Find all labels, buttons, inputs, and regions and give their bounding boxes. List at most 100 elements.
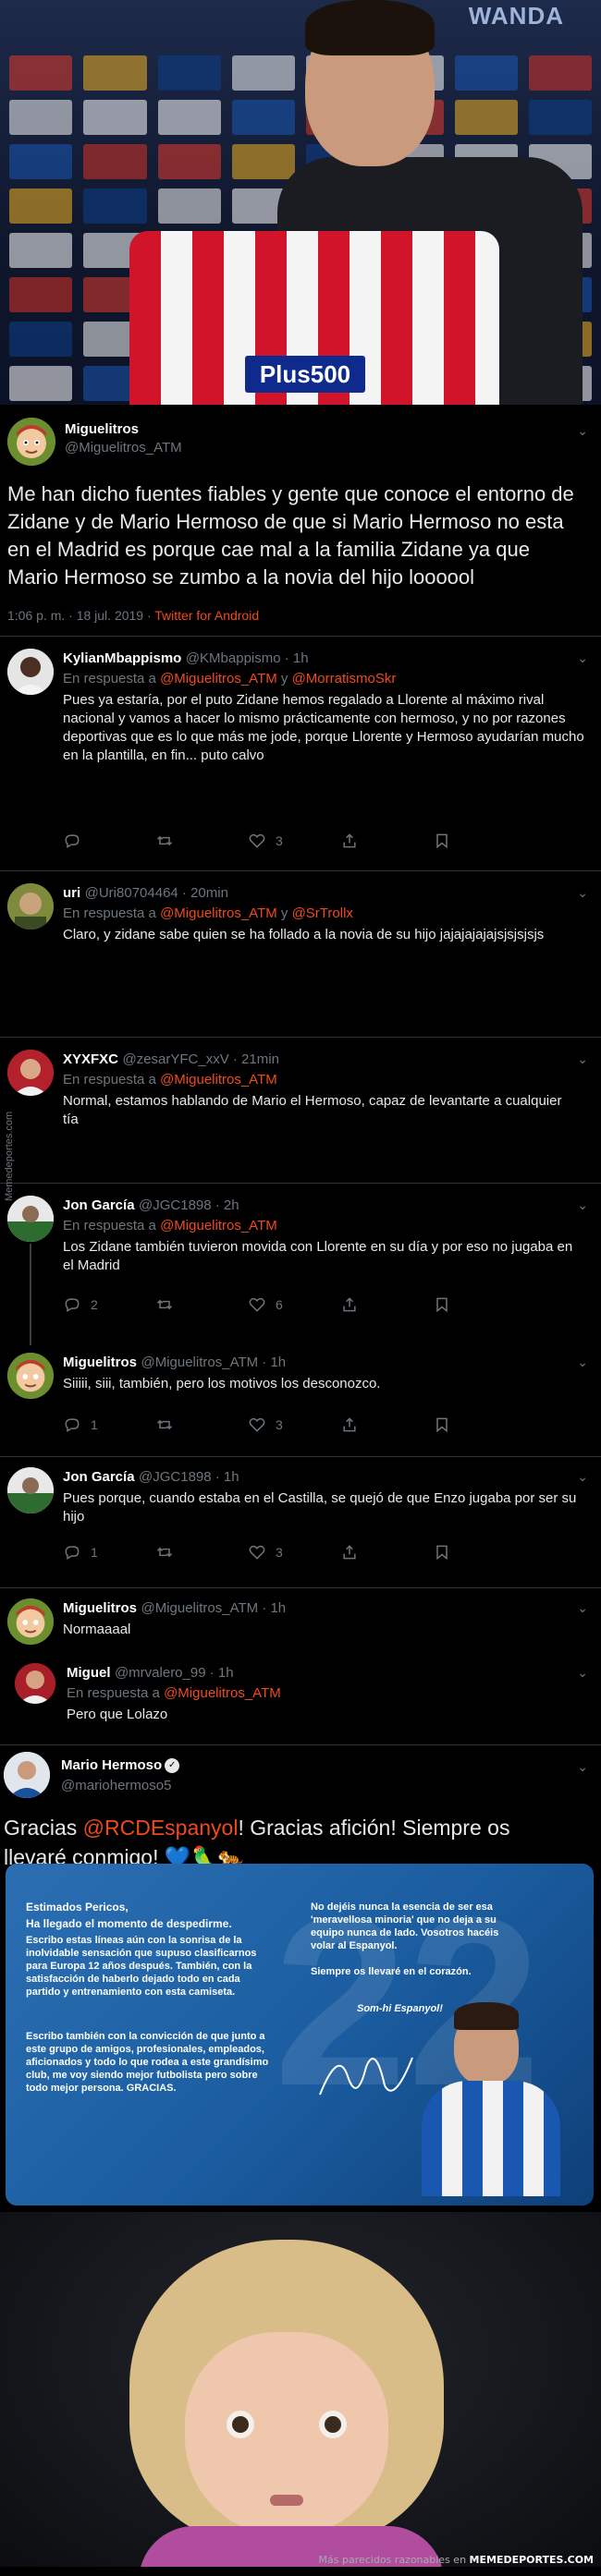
mention-link[interactable]: @Miguelitros_ATM xyxy=(160,905,277,921)
sponsor-tile xyxy=(9,188,73,224)
tweet-header: KylianMbappismo @KMbappismo · 1h xyxy=(63,650,581,667)
avatar[interactable] xyxy=(7,1598,54,1645)
tweet-text: Pues porque, cuando estaba en el Castill… xyxy=(63,1490,577,1525)
main-tweet[interactable]: Miguelitros @Miguelitros_ATM ⌄ Me han di… xyxy=(0,405,601,636)
chevron-down-icon[interactable]: ⌄ xyxy=(577,1469,588,1485)
author-name[interactable]: KylianMbappismo xyxy=(63,650,181,666)
author-handle[interactable]: @mariohermoso5 xyxy=(61,1778,171,1793)
reply-tweet[interactable]: Jon García @JGC1898 · 2h ⌄ En respuesta … xyxy=(0,1186,601,1345)
bookmark-button[interactable] xyxy=(433,832,525,850)
site-footer[interactable]: Más parecidos razonables en MEMEDEPORTES… xyxy=(319,2554,594,2566)
chevron-down-icon[interactable]: ⌄ xyxy=(577,1665,588,1681)
reply-button[interactable]: 1 xyxy=(63,1543,155,1561)
share-icon xyxy=(343,1417,356,1432)
avatar[interactable] xyxy=(7,883,54,930)
like-button[interactable]: 3 xyxy=(248,1543,340,1561)
chevron-down-icon[interactable]: ⌄ xyxy=(577,1051,588,1067)
like-button[interactable]: 3 xyxy=(248,1416,340,1434)
letter-closing: Siempre os llevaré en el corazón. xyxy=(311,1966,472,1977)
avatar[interactable] xyxy=(7,1467,54,1513)
chevron-down-icon[interactable]: ⌄ xyxy=(577,1600,588,1616)
bookmark-button[interactable] xyxy=(433,1416,525,1434)
reply-button[interactable]: 2 xyxy=(63,1295,155,1314)
share-button[interactable] xyxy=(340,1543,433,1561)
author-name[interactable]: Miguelitros xyxy=(63,1600,137,1616)
author-handle[interactable]: @Miguelitros_ATM xyxy=(65,440,182,456)
author-name[interactable]: Jon García xyxy=(63,1469,135,1485)
reply-tweet[interactable]: KylianMbappismo @KMbappismo · 1h ⌄ En re… xyxy=(0,639,601,870)
mention-link[interactable]: @Miguelitros_ATM xyxy=(160,1072,277,1088)
retweet-icon xyxy=(156,1419,173,1430)
author-name[interactable]: XYXFXC xyxy=(63,1051,118,1067)
reply-button[interactable]: 1 xyxy=(63,1416,155,1434)
letter-opening: Ha llegado el momento de despedirme. xyxy=(26,1917,232,1930)
bookmark-button[interactable] xyxy=(433,1295,525,1314)
team-avatar-icon xyxy=(7,1196,54,1242)
chevron-down-icon[interactable]: ⌄ xyxy=(577,1759,588,1775)
author-name[interactable]: Jon García xyxy=(63,1197,135,1213)
author-handle[interactable]: @KMbappismo · 1h xyxy=(186,650,309,666)
author-name[interactable]: uri xyxy=(63,885,80,901)
reply-tweet[interactable]: Miguel @mrvalero_99 · 1h ⌄ En respuesta … xyxy=(0,1658,601,1743)
child-eye-left xyxy=(227,2411,254,2438)
divider xyxy=(0,1183,601,1184)
mention-link[interactable]: @RCDEspanyol xyxy=(83,1816,239,1840)
retweet-button[interactable] xyxy=(155,1543,248,1561)
author-name[interactable]: Miguel xyxy=(67,1665,111,1681)
bookmark-button[interactable] xyxy=(433,1543,525,1561)
share-button[interactable] xyxy=(340,832,433,850)
avatar[interactable] xyxy=(15,1663,55,1704)
reply-tweet[interactable]: uri @Uri80704464 · 20min ⌄ En respuesta … xyxy=(0,874,601,978)
retweet-button[interactable] xyxy=(155,1295,248,1314)
author-handle[interactable]: @JGC1898 · 1h xyxy=(139,1469,239,1485)
avatar[interactable] xyxy=(7,418,55,466)
mention-link[interactable]: @Miguelitros_ATM xyxy=(160,1218,277,1233)
mention-link[interactable]: @Miguelitros_ATM xyxy=(164,1685,281,1701)
share-button[interactable] xyxy=(340,1416,433,1434)
author-handle[interactable]: @Miguelitros_ATM · 1h xyxy=(141,1600,286,1616)
avatar[interactable] xyxy=(7,649,54,695)
like-button[interactable]: 6 xyxy=(248,1295,340,1314)
chevron-down-icon[interactable]: ⌄ xyxy=(577,885,588,901)
site-link[interactable]: MEMEDEPORTES.COM xyxy=(470,2554,594,2566)
retweet-button[interactable] xyxy=(155,1416,248,1434)
chevron-down-icon[interactable]: ⌄ xyxy=(577,650,588,666)
thread-line xyxy=(30,1244,31,1345)
author-name[interactable]: Mario Hermoso xyxy=(61,1757,162,1773)
reply-tweet[interactable]: XYXFXC @zesarYFC_xxV · 21min ⌄ En respue… xyxy=(0,1040,601,1179)
retweet-button[interactable] xyxy=(155,832,248,850)
mention-link[interactable]: @MorratismoSkr xyxy=(292,671,397,687)
reply-tweet[interactable]: Miguelitros @Miguelitros_ATM · 1h ⌄ Norm… xyxy=(0,1591,601,1656)
author-name[interactable]: Miguelitros xyxy=(65,421,139,437)
reply-tweet[interactable]: Miguelitros @Miguelitros_ATM · 1h ⌄ Siii… xyxy=(0,1345,601,1464)
child-mouth xyxy=(270,2495,303,2506)
chevron-down-icon[interactable]: ⌄ xyxy=(577,423,588,439)
chevron-down-icon[interactable]: ⌄ xyxy=(577,1355,588,1370)
sponsor-tile xyxy=(454,55,518,91)
mention-link[interactable]: @SrTrollx xyxy=(292,905,353,921)
avatar[interactable] xyxy=(7,1050,54,1096)
source-link[interactable]: Twitter for Android xyxy=(154,608,259,623)
sponsor-tile xyxy=(9,233,73,268)
farewell-letter-image[interactable]: 22 Estimados Pericos, Ha llegado el mome… xyxy=(6,1864,594,2205)
avatar[interactable] xyxy=(7,1353,54,1399)
author-handle[interactable]: @Miguelitros_ATM · 1h xyxy=(141,1355,286,1370)
avatar[interactable] xyxy=(4,1752,50,1798)
like-button[interactable]: 3 xyxy=(248,832,340,850)
author-handle[interactable]: @Uri80704464 · 20min xyxy=(85,885,228,901)
tweet-text: Normal, estamos hablando de Mario el Her… xyxy=(63,1093,562,1127)
letter-greeting: Estimados Pericos, xyxy=(26,1901,129,1914)
sponsor-tile xyxy=(528,100,592,135)
mention-link[interactable]: @Miguelitros_ATM xyxy=(160,671,277,687)
reply-tweet[interactable]: Jon García @JGC1898 · 1h ⌄ Pues porque, … xyxy=(0,1460,601,1580)
author-handle[interactable]: @mrvalero_99 · 1h xyxy=(115,1665,234,1681)
chevron-down-icon[interactable]: ⌄ xyxy=(577,1197,588,1213)
sponsor-tile xyxy=(157,55,221,91)
share-button[interactable] xyxy=(340,1295,433,1314)
avatar[interactable] xyxy=(7,1196,54,1242)
author-handle[interactable]: @JGC1898 · 2h xyxy=(139,1197,239,1213)
author-handle[interactable]: @zesarYFC_xxV · 21min xyxy=(122,1051,278,1067)
reply-button[interactable] xyxy=(63,832,155,850)
author-name[interactable]: Miguelitros xyxy=(63,1355,137,1370)
retweet-icon xyxy=(156,835,173,846)
